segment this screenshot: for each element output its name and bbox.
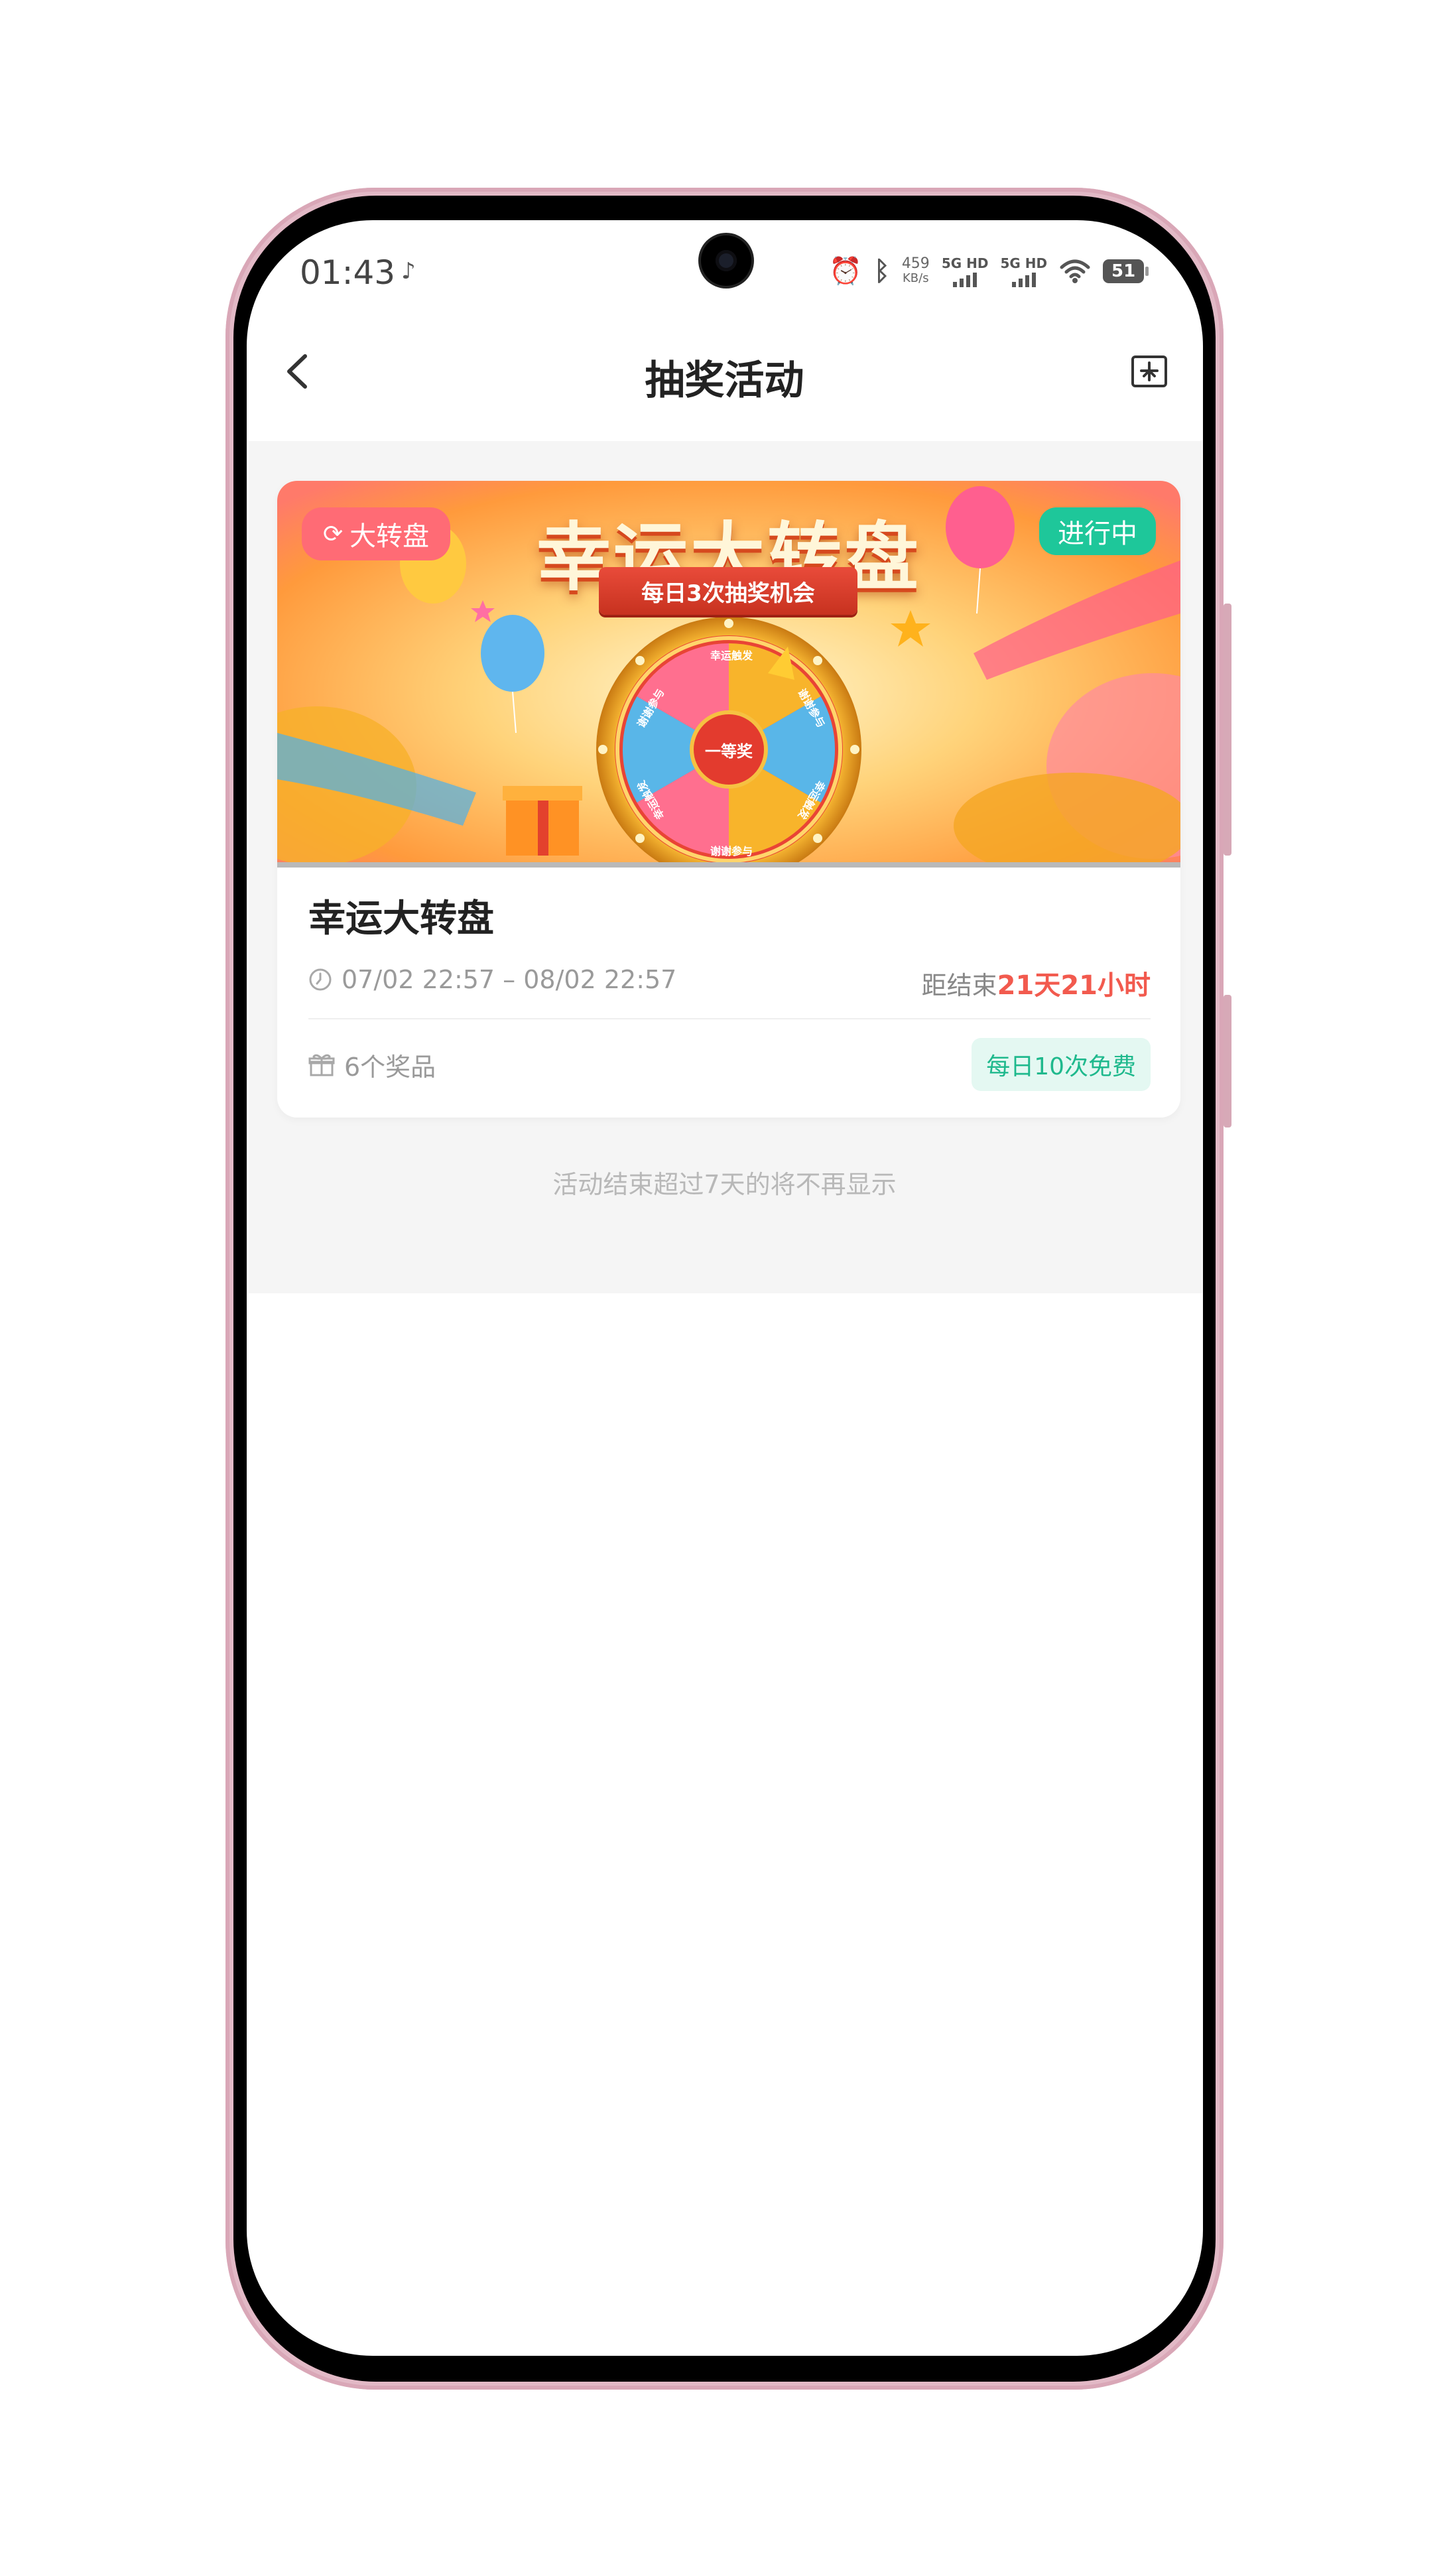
signal-icon: 5G HD xyxy=(1000,255,1047,287)
wheel-center-label: 一等奖 xyxy=(694,714,764,785)
status-badge: 进行中 xyxy=(1039,507,1156,555)
gift-icon xyxy=(308,1054,335,1076)
activity-type-tag: ⟳ 大转盘 xyxy=(302,507,451,560)
wifi-icon xyxy=(1060,259,1090,283)
network-speed: 459 KB/s xyxy=(901,255,930,286)
clock-icon xyxy=(309,968,332,991)
divider xyxy=(308,1018,1151,1019)
activity-title: 幸运大转盘 xyxy=(308,897,494,940)
countdown: 距结束21天21小时 xyxy=(921,970,1151,1001)
page-title: 抽奖活动 xyxy=(645,357,804,404)
countdown-value: 21天21小时 xyxy=(997,970,1151,1001)
activity-card[interactable]: 幸运大转盘 每日3次抽奖机会 一等奖 幸运触发 谢谢参与 幸运触发 谢谢参与 幸… xyxy=(277,481,1180,1118)
battery-icon: 51 xyxy=(1103,259,1149,283)
status-icons: ⏰ ᛒ 459 KB/s 5G HD 5G HD 51 xyxy=(829,255,1149,287)
prize-count: 6个奖品 xyxy=(308,1047,436,1083)
signal-icon: 5G HD xyxy=(942,255,988,287)
export-icon[interactable] xyxy=(1131,355,1168,388)
volume-button xyxy=(1224,604,1231,856)
power-button xyxy=(1224,995,1231,1127)
status-time: 01:43 xyxy=(300,253,396,292)
banner-divider xyxy=(277,862,1180,868)
refresh-icon: ⟳ xyxy=(323,520,344,548)
footer-note: 活动结束超过7天的将不再显示 xyxy=(552,1170,897,1199)
wheel-segment-label: 谢谢参与 xyxy=(710,845,753,858)
banner-subtitle: 每日3次抽奖机会 xyxy=(599,567,857,615)
notification-icon: ♪ xyxy=(401,258,416,285)
time-range: 07/02 22:57 – 08/02 22:57 xyxy=(308,965,676,994)
wheel-segment-label: 幸运触发 xyxy=(710,649,753,662)
bluetooth-icon: ᛒ xyxy=(873,256,890,287)
free-draws-badge: 每日10次免费 xyxy=(972,1038,1151,1091)
front-camera xyxy=(701,235,751,286)
alarm-icon: ⏰ xyxy=(829,256,862,287)
